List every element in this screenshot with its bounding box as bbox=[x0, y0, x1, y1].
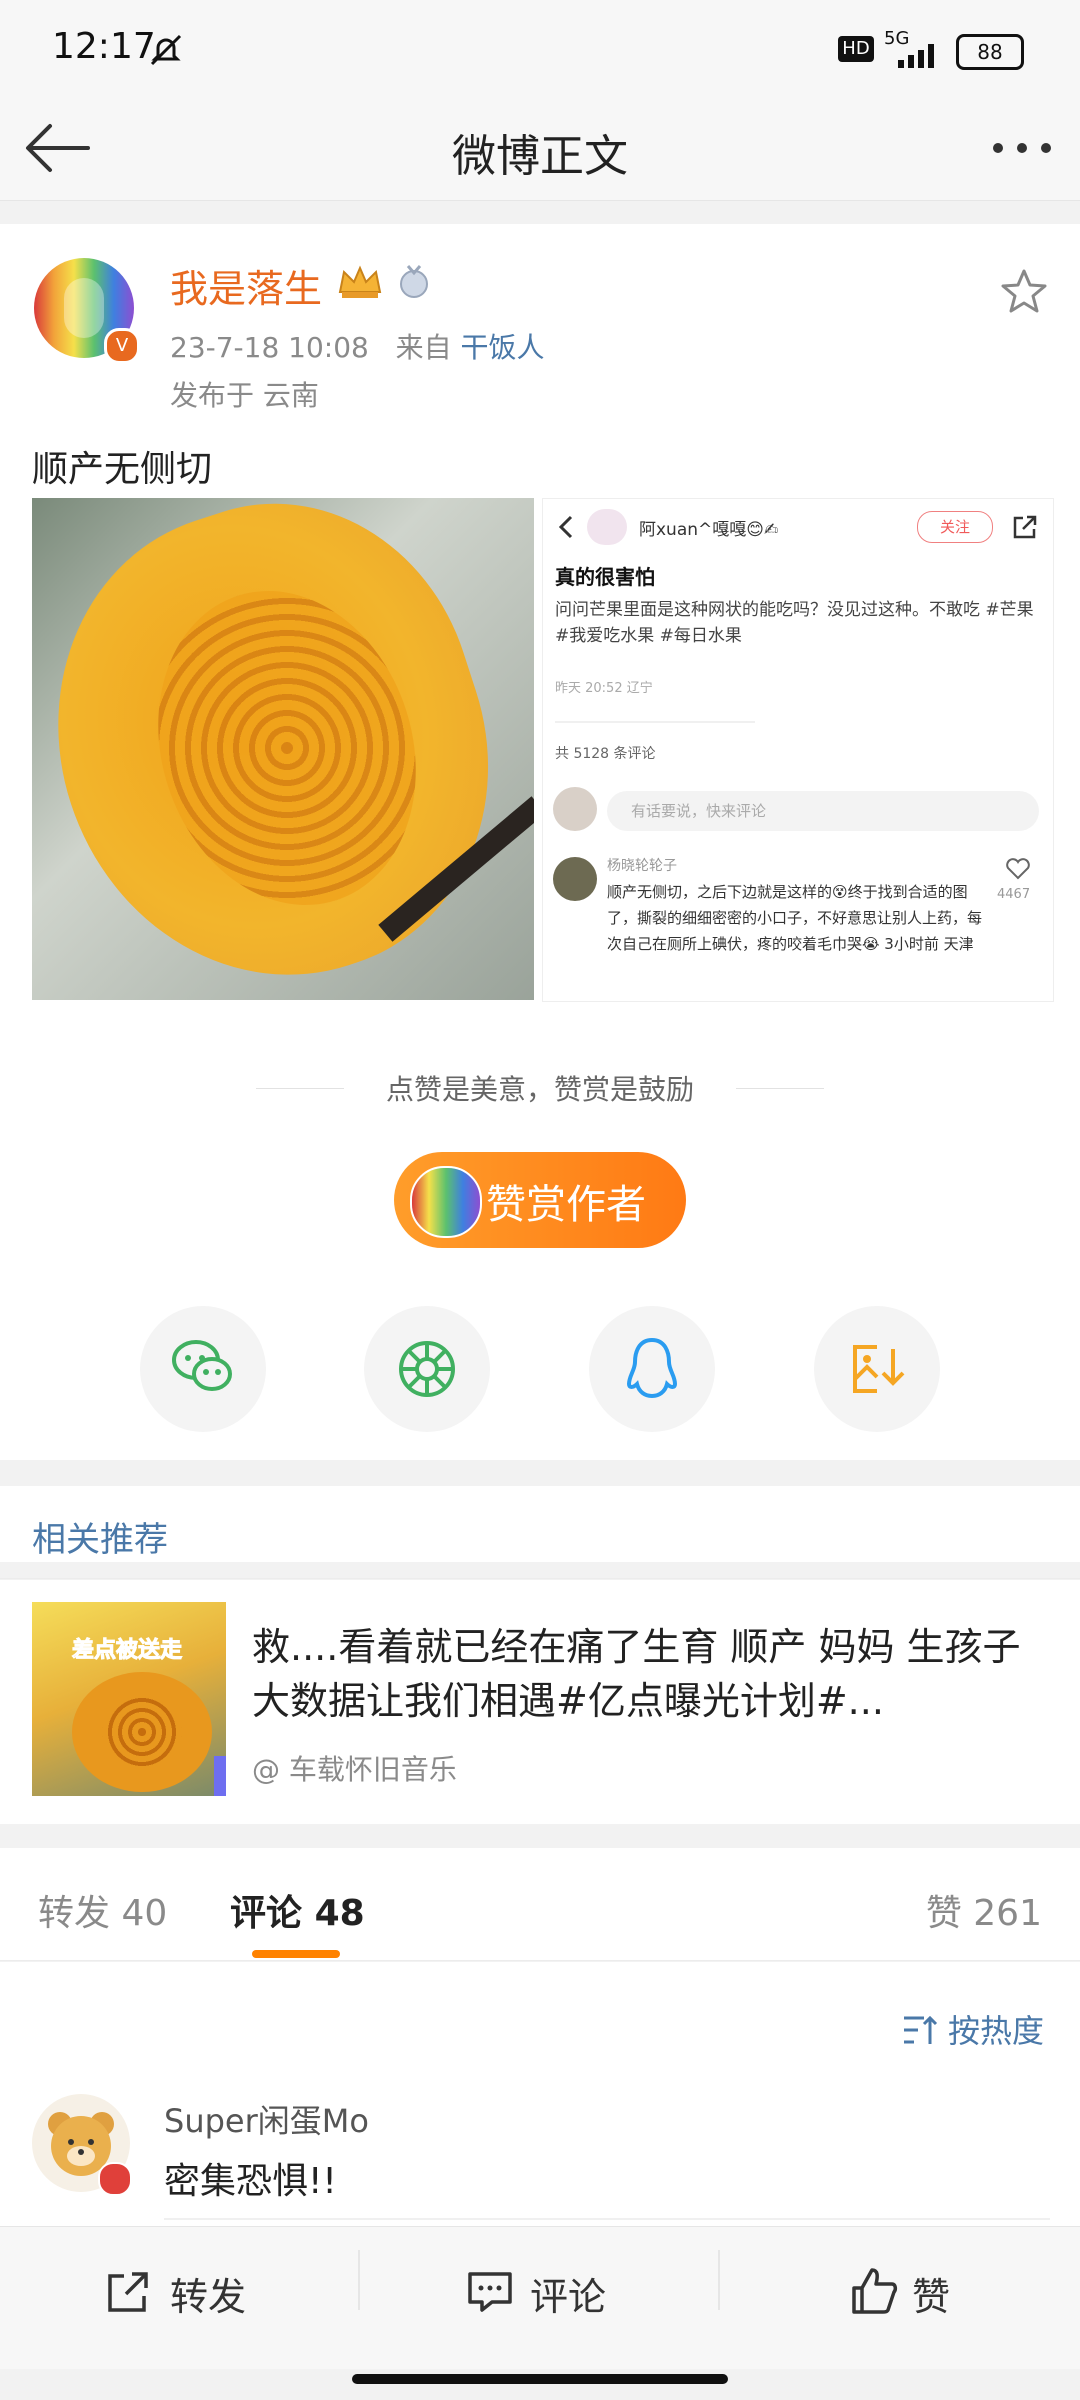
embedded-share-icon bbox=[1013, 515, 1037, 539]
home-indicator[interactable] bbox=[352, 2374, 728, 2384]
post-meta: 23-7-18 10:08 来自 干饭人 bbox=[170, 326, 545, 366]
embedded-time: 昨天 20:52 辽宁 bbox=[555, 681, 653, 696]
embedded-comment-text: 顺产无侧切，之后下边就是这样的😵终于找到合适的图了，撕裂的细细密密的小口子，不好… bbox=[607, 883, 983, 953]
page-title: 微博正文 bbox=[452, 131, 628, 182]
mute-icon bbox=[150, 34, 182, 66]
post-image-screenshot[interactable]: 阿xuan^嘎嘎😊✍ 关注 真的很害怕 问问芒果里面是这种网状的能吃吗？没见过这… bbox=[542, 498, 1054, 1002]
related-thumb-caption: 差点被送走 bbox=[71, 1638, 183, 1664]
status-time: 12:17 bbox=[52, 26, 156, 67]
embedded-avatar bbox=[587, 509, 627, 545]
tab-like-count: 261 bbox=[973, 1893, 1042, 1934]
embedded-comment-input: 有话要说，快来评论 bbox=[607, 791, 1039, 831]
repost-icon bbox=[108, 2272, 148, 2312]
medal-icon bbox=[400, 265, 428, 298]
commenter-badge-icon bbox=[98, 2162, 132, 2196]
sort-label: 按热度 bbox=[947, 2012, 1044, 2050]
bottom-repost-label: 转发 bbox=[170, 2275, 247, 2319]
bottom-like-label: 赞 bbox=[912, 2275, 951, 2319]
moments-icon bbox=[399, 1341, 455, 1397]
tab-like[interactable]: 赞 261 bbox=[926, 1884, 1042, 1936]
share-moments-button[interactable] bbox=[364, 1306, 490, 1432]
bottom-comment-label: 评论 bbox=[530, 2275, 607, 2319]
reward-avatar bbox=[410, 1166, 482, 1238]
battery-icon: 88 bbox=[956, 34, 1024, 70]
embedded-title: 真的很害怕 bbox=[555, 565, 655, 589]
bottom-repost-button[interactable]: 转发 bbox=[104, 2262, 284, 2322]
share-qq-button[interactable] bbox=[589, 1306, 715, 1432]
tab-comment-count: 48 bbox=[314, 1893, 365, 1934]
tab-active-indicator bbox=[252, 1950, 340, 1958]
save-image-icon bbox=[853, 1345, 905, 1393]
tab-repost-label: 转发 bbox=[38, 1893, 111, 1934]
embedded-commenter-avatar bbox=[553, 857, 597, 901]
tab-repost-count: 40 bbox=[121, 1893, 168, 1934]
hd-badge: HD bbox=[838, 36, 874, 62]
embedded-username: 阿xuan^嘎嘎😊✍ bbox=[639, 520, 779, 540]
post-timestamp: 23-7-18 10:08 bbox=[170, 331, 369, 364]
share-wechat-button[interactable] bbox=[140, 1306, 266, 1432]
embedded-likes: 4467 bbox=[997, 887, 1031, 902]
embedded-follow-button: 关注 bbox=[917, 511, 993, 543]
post-image-mango[interactable] bbox=[32, 498, 534, 1000]
embedded-comment-count: 共 5128 条评论 bbox=[555, 746, 656, 762]
post-source-prefix: 来自 bbox=[395, 331, 452, 364]
author-name[interactable]: 我是落生 bbox=[170, 258, 322, 313]
tab-like-label: 赞 bbox=[925, 1893, 962, 1934]
comment-text: 密集恐惧!! bbox=[164, 2161, 337, 2202]
more-icon[interactable] bbox=[990, 138, 1054, 158]
comments-area bbox=[0, 1962, 1080, 2226]
embedded-me-avatar bbox=[553, 787, 597, 831]
reward-caption: 点赞是美意，赞赏是鼓励 bbox=[385, 1073, 694, 1106]
embedded-body: 问问芒果里面是这种网状的能吃吗？没见过这种。不敢吃 #芒果 #我爱吃水果 #每日… bbox=[555, 600, 1034, 646]
comment-icon bbox=[468, 2272, 512, 2312]
share-save-image-button[interactable] bbox=[814, 1306, 940, 1432]
verified-badge-icon: V bbox=[104, 328, 140, 364]
tab-comment[interactable]: 评论 48 bbox=[230, 1884, 365, 1936]
qq-icon bbox=[626, 1337, 678, 1399]
embedded-divider bbox=[555, 721, 755, 723]
divider bbox=[0, 1578, 1080, 1579]
related-author[interactable]: @ 车载怀旧音乐 bbox=[252, 1748, 457, 1788]
reward-button-label[interactable]: 赞赏作者 bbox=[486, 1172, 646, 1230]
vip-crown-icon bbox=[338, 265, 382, 298]
post-source-link[interactable]: 干饭人 bbox=[461, 331, 545, 364]
related-thumbnail[interactable]: 差点被送走 bbox=[32, 1602, 226, 1796]
comment-username[interactable]: Super闲蛋Mo bbox=[164, 2096, 369, 2142]
wechat-icon bbox=[172, 1340, 232, 1391]
sort-icon bbox=[903, 2015, 937, 2044]
sort-button[interactable]: 按热度 bbox=[902, 2006, 1044, 2052]
related-title[interactable]: 救....看着就已经在痛了生育 顺产 妈妈 生孩子 大数据让我们相遇#亿点曝光计… bbox=[252, 1620, 1052, 1728]
favorite-star-icon[interactable] bbox=[1000, 268, 1048, 314]
bottom-like-button[interactable]: 赞 bbox=[850, 2262, 990, 2322]
post-location: 发布于 云南 bbox=[170, 379, 319, 412]
embedded-commenter-name: 杨晓轮轮子 bbox=[607, 858, 677, 874]
bottom-comment-button[interactable]: 评论 bbox=[466, 2262, 646, 2322]
tab-comment-label: 评论 bbox=[230, 1893, 303, 1934]
tab-repost[interactable]: 转发 40 bbox=[38, 1884, 167, 1936]
related-section-title: 相关推荐 bbox=[32, 1520, 168, 1560]
embedded-heart-icon bbox=[1006, 858, 1030, 880]
status-bar: 12:17 HD 5G 88 bbox=[0, 0, 1080, 100]
thumbs-up-icon bbox=[852, 2268, 898, 2314]
divider bbox=[358, 2250, 360, 2310]
embedded-back-icon bbox=[558, 515, 573, 539]
post-text: 顺产无侧切 bbox=[32, 449, 213, 490]
divider bbox=[718, 2250, 720, 2310]
signal-icon bbox=[898, 44, 934, 68]
divider bbox=[164, 2218, 1050, 2220]
